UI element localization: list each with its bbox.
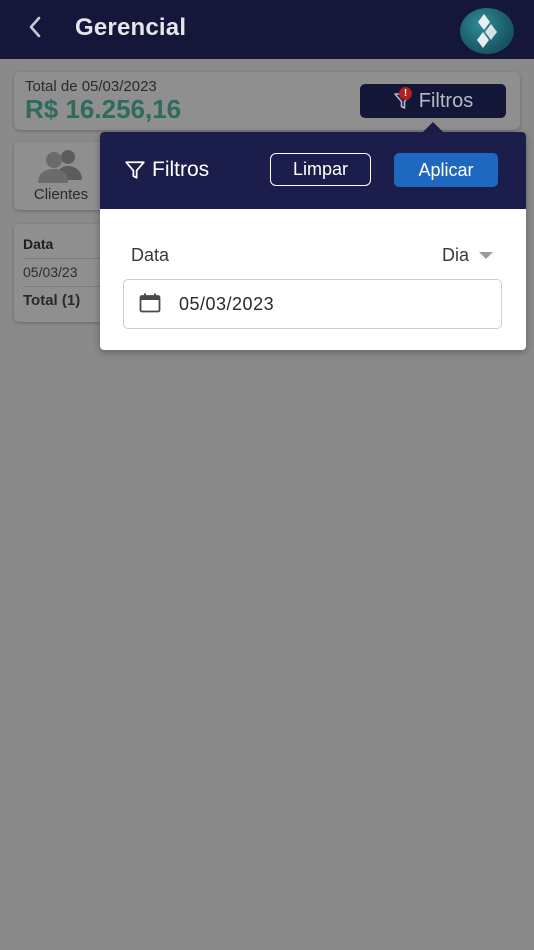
- back-button[interactable]: [20, 14, 50, 44]
- page-title: Gerencial: [75, 14, 187, 41]
- filters-popover: Filtros Limpar Aplicar Data Dia 05/03/20…: [100, 132, 526, 350]
- popover-header: Filtros Limpar Aplicar: [100, 132, 526, 209]
- clear-button[interactable]: Limpar: [270, 153, 371, 186]
- brand-logo-icon: [460, 8, 514, 54]
- apply-button[interactable]: Aplicar: [394, 153, 498, 187]
- date-input[interactable]: 05/03/2023: [123, 279, 502, 329]
- table-total: Total (1): [23, 292, 81, 309]
- table-header-date: Data: [23, 236, 54, 252]
- summary-value: R$ 16.256,16: [25, 94, 182, 124]
- summary-label: Total de 05/03/2023: [25, 78, 157, 95]
- table-row: 05/03/23: [23, 264, 78, 280]
- calendar-icon: [139, 293, 161, 313]
- data-table: Data 05/03/23 Total (1): [14, 224, 108, 322]
- clients-card[interactable]: Clientes: [14, 142, 108, 210]
- date-field-label: Data: [131, 245, 170, 265]
- date-input-value: 05/03/2023: [179, 294, 275, 314]
- period-select-value: Dia: [442, 245, 470, 265]
- app-bar: Gerencial: [0, 0, 534, 59]
- caret-down-icon: [479, 251, 494, 260]
- popover-title-text: Filtros: [152, 158, 210, 181]
- filter-icon: [124, 159, 146, 181]
- filters-button[interactable]: ! Filtros: [360, 84, 506, 118]
- divider: [23, 258, 108, 259]
- period-select[interactable]: Dia: [442, 245, 494, 266]
- filters-button-label: Filtros: [418, 89, 474, 112]
- clients-label: Clientes: [33, 186, 89, 203]
- users-icon: [36, 148, 86, 189]
- chevron-left-icon: [27, 15, 43, 44]
- popover-title: Filtros: [124, 158, 209, 182]
- divider: [23, 286, 108, 287]
- filter-count-badge: !: [399, 87, 412, 100]
